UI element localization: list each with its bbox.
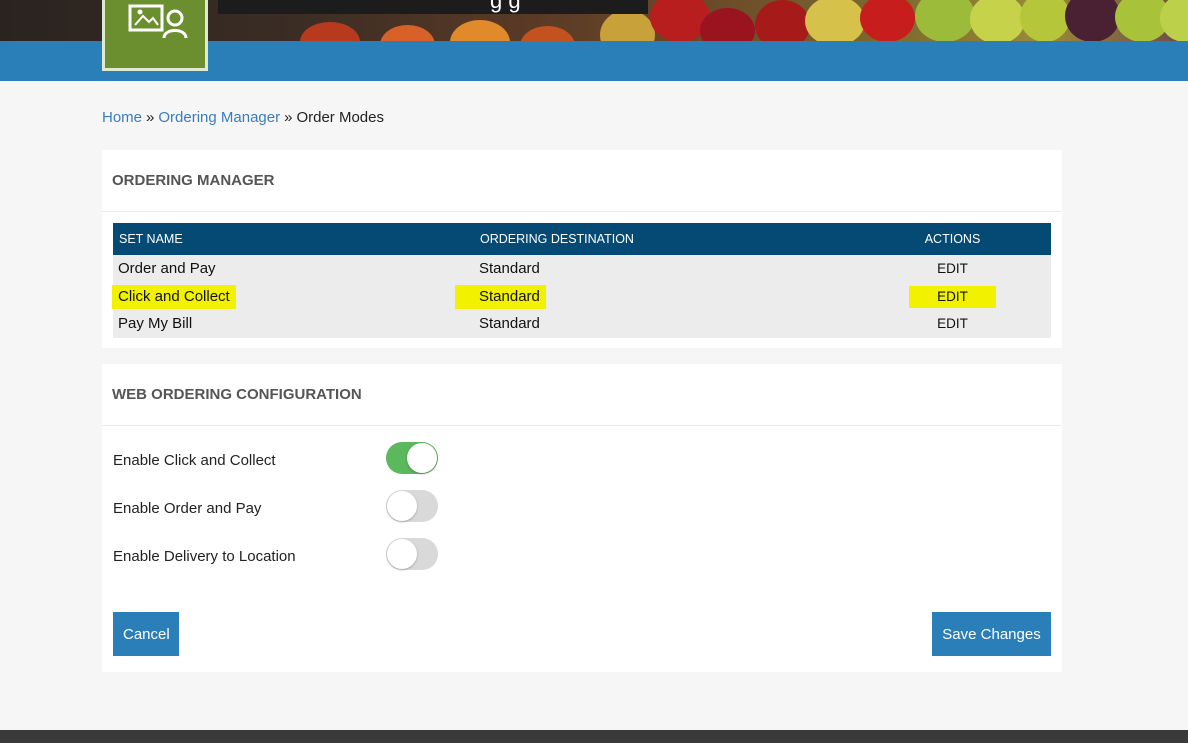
logo[interactable] (102, 0, 208, 71)
table-row: Order and Pay Standard EDIT (113, 255, 1051, 283)
breadcrumb-ordering-manager[interactable]: Ordering Manager (158, 109, 280, 126)
panel-title: WEB ORDERING CONFIGURATION (112, 386, 362, 403)
ordering-manager-panel: ORDERING MANAGER SET NAME ORDERING DESTI… (102, 150, 1062, 348)
edit-link[interactable]: EDIT (937, 261, 968, 276)
destination-cell: Standard (474, 310, 854, 338)
destination-cell: Standard (455, 284, 546, 309)
ordering-manager-header: ORDERING MANAGER (102, 150, 1062, 212)
breadcrumb-home[interactable]: Home (102, 109, 142, 126)
destination-cell: Standard (474, 255, 854, 283)
table-row: Click and Collect Standard EDIT (112, 282, 1051, 311)
toggle-label-delivery-to-location: Enable Delivery to Location (113, 548, 296, 565)
breadcrumb-separator: » (146, 109, 155, 126)
table-row: Pay My Bill Standard EDIT (113, 310, 1051, 338)
order-and-pay-toggle[interactable] (386, 490, 438, 522)
set-name-cell: Order and Pay (113, 255, 474, 283)
column-header-set-name: SET NAME (113, 223, 474, 255)
toggle-knob (387, 539, 417, 569)
image-user-icon (128, 4, 188, 39)
footer-bar (0, 730, 1188, 743)
column-header-destination: ORDERING DESTINATION (474, 223, 854, 255)
header-title-bar (218, 0, 648, 14)
breadcrumb-current: Order Modes (296, 109, 384, 126)
breadcrumb-separator: » (284, 109, 293, 126)
toggle-label-click-and-collect: Enable Click and Collect (113, 452, 276, 469)
save-changes-button[interactable]: Save Changes (932, 612, 1051, 656)
table-header-row: SET NAME ORDERING DESTINATION ACTIONS (113, 223, 1051, 255)
click-and-collect-toggle[interactable] (386, 442, 438, 474)
set-name-cell: Pay My Bill (113, 310, 474, 338)
panel-title: ORDERING MANAGER (112, 172, 275, 189)
delivery-to-location-toggle[interactable] (386, 538, 438, 570)
breadcrumb: Home» Ordering Manager» Order Modes (102, 109, 384, 126)
web-ordering-panel: WEB ORDERING CONFIGURATION Enable Click … (102, 364, 1062, 672)
web-ordering-header: WEB ORDERING CONFIGURATION (102, 364, 1062, 426)
column-header-actions: ACTIONS (854, 223, 1051, 255)
header-title: g g (490, 0, 521, 13)
edit-link[interactable]: EDIT (937, 316, 968, 331)
toggle-knob (407, 443, 437, 473)
toggle-label-order-and-pay: Enable Order and Pay (113, 500, 262, 517)
cancel-button[interactable]: Cancel (113, 612, 179, 656)
edit-link[interactable]: EDIT (909, 285, 996, 308)
order-sets-table: SET NAME ORDERING DESTINATION ACTIONS Or… (112, 223, 1051, 338)
set-name-cell: Click and Collect (112, 284, 236, 309)
toggle-knob (387, 491, 417, 521)
